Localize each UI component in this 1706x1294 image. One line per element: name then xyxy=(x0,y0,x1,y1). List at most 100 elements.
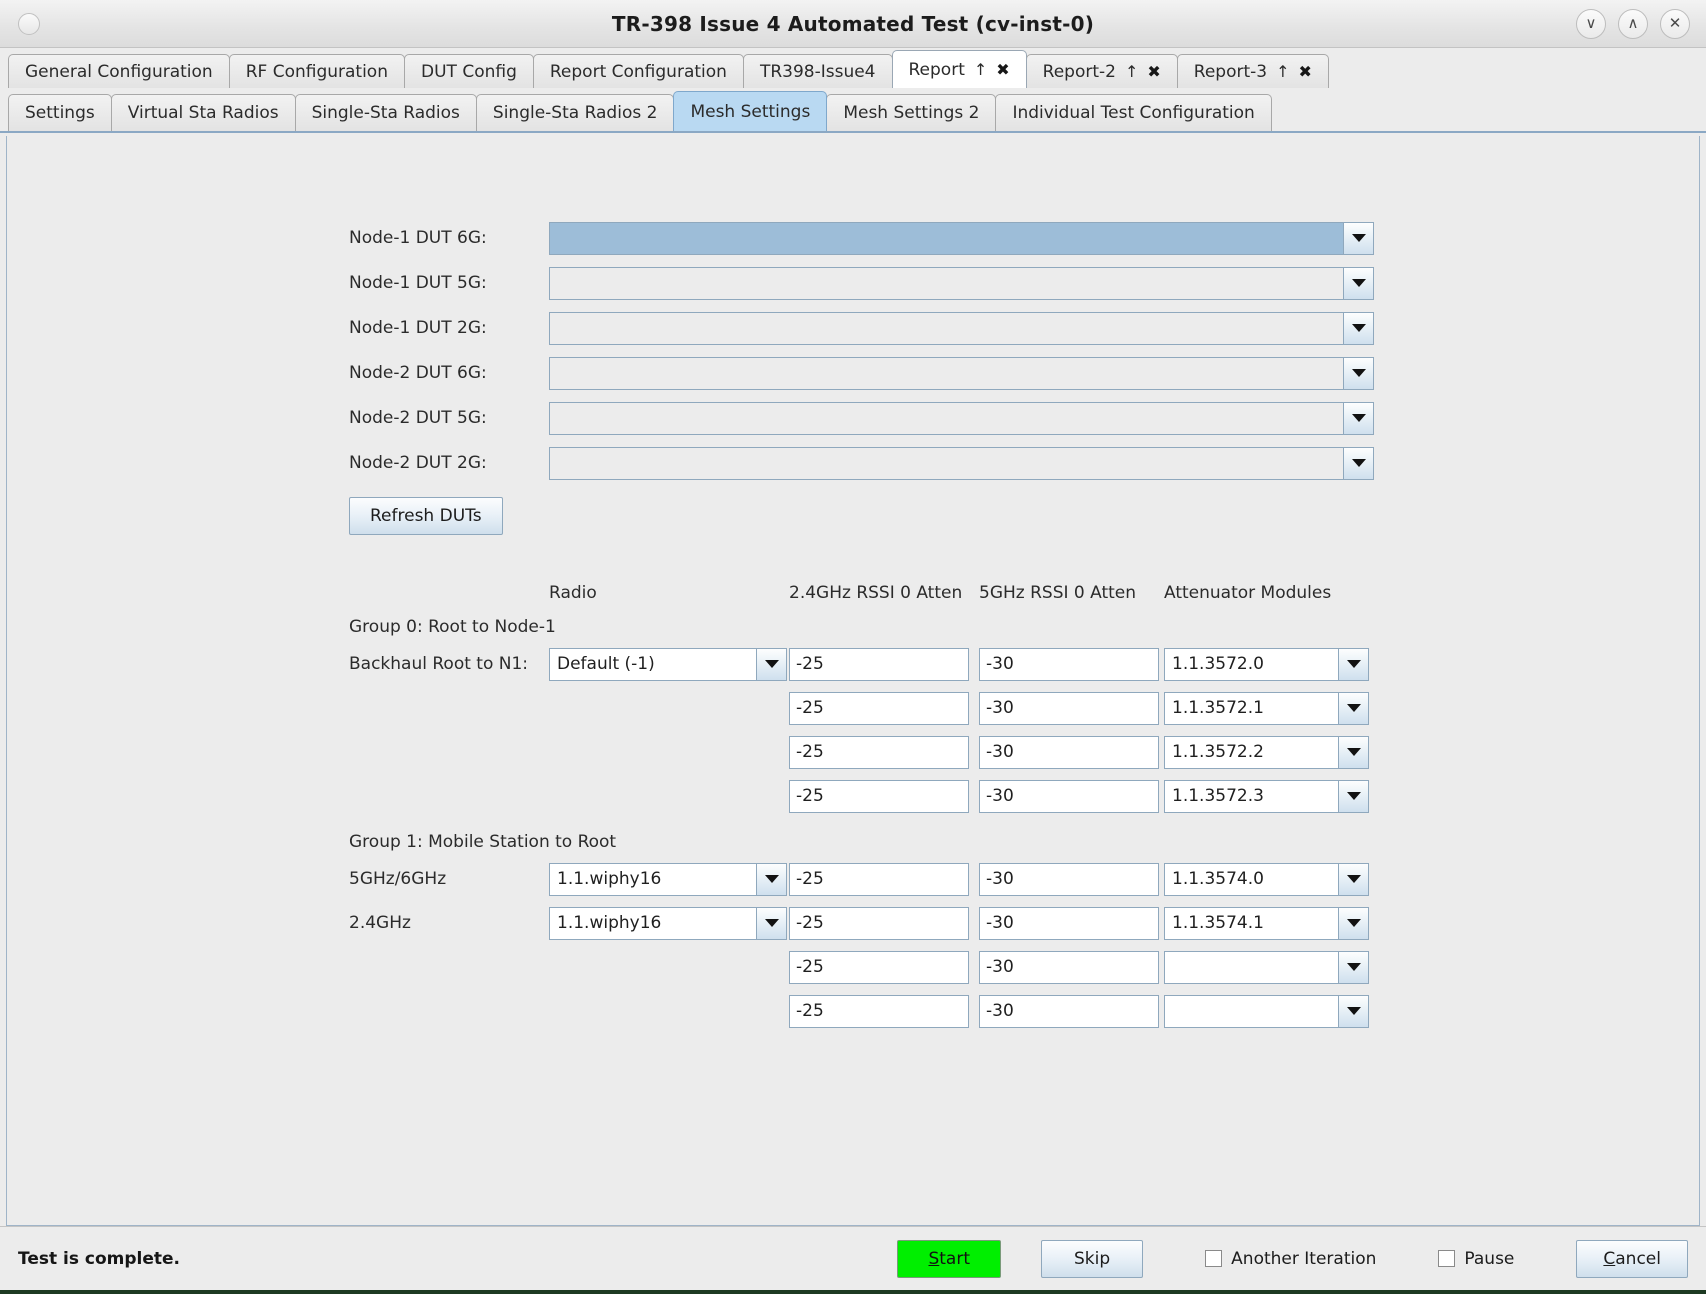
pause-checkbox-wrap[interactable]: Pause xyxy=(1438,1249,1514,1269)
dut-dropdown-2[interactable] xyxy=(549,311,1374,345)
rssi-24-input-0-0[interactable]: -25 xyxy=(789,647,969,681)
attenuator-module-dropdown-1-2-value xyxy=(1165,951,1338,983)
radio-dropdown-1-1[interactable]: 1.1.wiphy16 xyxy=(549,906,787,940)
chevron-down-icon[interactable] xyxy=(1343,447,1373,479)
rssi-24-input-0-2[interactable]: -25 xyxy=(789,735,969,769)
chevron-down-icon[interactable] xyxy=(1338,863,1368,895)
attenuator-module-dropdown-1-2[interactable] xyxy=(1164,950,1369,984)
primary-tab-bar: General Configuration RF Configuration DUT… xyxy=(0,48,1706,88)
rssi-5-input-0-3[interactable]: -30 xyxy=(979,779,1159,813)
rssi-24-input-1-0[interactable]: -25 xyxy=(789,862,969,896)
refresh-duts-button[interactable]: Refresh DUTs xyxy=(349,497,503,535)
tab-popout-icon[interactable]: ↑ xyxy=(1276,62,1289,81)
tab-popout-icon[interactable]: ↑ xyxy=(974,60,987,79)
tab-close-icon[interactable]: ✖ xyxy=(1299,62,1312,81)
tab-rf-configuration[interactable]: RF Configuration xyxy=(228,54,405,88)
tab-popout-icon[interactable]: ↑ xyxy=(1125,62,1138,81)
caret-shape xyxy=(1351,369,1366,377)
radio-dropdown-0-0[interactable]: Default (-1) xyxy=(549,647,787,681)
attenuator-module-dropdown-0-0[interactable]: 1.1.3572.0 xyxy=(1164,647,1369,681)
tab-single-sta-radios[interactable]: Single-Sta Radios xyxy=(294,94,477,131)
rssi-5-input-1-0[interactable]: -30 xyxy=(979,862,1159,896)
caret-shape xyxy=(1351,324,1366,332)
chevron-down-icon[interactable] xyxy=(1343,402,1373,434)
rssi-24-input-1-1[interactable]: -25 xyxy=(789,906,969,940)
tab-dut-config[interactable]: DUT Config xyxy=(404,54,534,88)
attenuator-module-dropdown-1-1[interactable]: 1.1.3574.1 xyxy=(1164,906,1369,940)
rssi-24-input-1-2[interactable]: -25 xyxy=(789,950,969,984)
chevron-down-icon[interactable] xyxy=(1338,780,1368,812)
chevron-down-icon[interactable] xyxy=(1343,312,1373,344)
attenuator-module-cell: 1.1.3572.3 xyxy=(1164,779,1369,813)
skip-button[interactable]: Skip xyxy=(1041,1239,1144,1278)
chevron-down-icon[interactable] xyxy=(756,648,786,680)
attenuator-module-dropdown-0-3[interactable]: 1.1.3572.3 xyxy=(1164,779,1369,813)
dut-dropdown-0[interactable] xyxy=(549,221,1374,255)
tab-mesh-settings-2[interactable]: Mesh Settings 2 xyxy=(826,94,997,131)
cancel-button[interactable]: Cancel xyxy=(1576,1239,1688,1278)
pause-checkbox[interactable] xyxy=(1438,1250,1456,1267)
attenuator-module-dropdown-0-1[interactable]: 1.1.3572.1 xyxy=(1164,691,1369,725)
dut-dropdown-4[interactable] xyxy=(549,401,1374,435)
caret-shape xyxy=(1351,459,1366,467)
minimize-icon[interactable]: ∨ xyxy=(1576,8,1606,39)
tab-report-2[interactable]: Report-2 ↑ ✖ xyxy=(1025,54,1178,88)
attenuator-module-dropdown-1-0[interactable]: 1.1.3574.0 xyxy=(1164,862,1369,896)
tab-close-icon[interactable]: ✖ xyxy=(996,60,1009,79)
dut-dropdown-5[interactable] xyxy=(549,446,1374,480)
rssi-5-input-1-1[interactable]: -30 xyxy=(979,906,1159,940)
chevron-down-icon[interactable] xyxy=(1338,648,1368,680)
rssi-5-input-1-2[interactable]: -30 xyxy=(979,950,1159,984)
caret-shape xyxy=(764,660,779,668)
tab-single-sta-radios-2[interactable]: Single-Sta Radios 2 xyxy=(475,94,675,131)
cancel-first-letter: C xyxy=(1603,1248,1616,1269)
tab-label: Mesh Settings xyxy=(690,101,811,122)
chevron-down-icon[interactable] xyxy=(1338,907,1368,939)
chevron-down-icon[interactable] xyxy=(1338,995,1368,1027)
tab-tr398-issue4[interactable]: TR398-Issue4 xyxy=(742,54,893,88)
rssi-5-input-0-2[interactable]: -30 xyxy=(979,735,1159,769)
tab-close-icon[interactable]: ✖ xyxy=(1147,62,1160,81)
chevron-down-icon[interactable] xyxy=(1343,357,1373,389)
tab-report-3[interactable]: Report-3 ↑ ✖ xyxy=(1176,54,1329,88)
rssi-5-input-0-0[interactable]: -30 xyxy=(979,647,1159,681)
chevron-down-icon[interactable] xyxy=(1338,692,1368,724)
dut-dropdown-1[interactable] xyxy=(549,266,1374,300)
dut-selector-row: Node-1 DUT 5G: xyxy=(7,261,1699,305)
chevron-down-icon[interactable] xyxy=(1338,736,1368,768)
attenuator-row: -25 -30 xyxy=(7,945,1699,989)
start-button[interactable]: Start xyxy=(897,1239,1002,1278)
radio-dropdown-1-0[interactable]: 1.1.wiphy16 xyxy=(549,862,787,896)
attenuator-row: -25 -30 1.1.3572.3 xyxy=(7,774,1699,818)
rssi-24-input-0-1[interactable]: -25 xyxy=(789,691,969,725)
tab-mesh-settings[interactable]: Mesh Settings xyxy=(673,91,828,131)
chevron-down-icon[interactable] xyxy=(1343,222,1373,254)
radio-cell: 1.1.wiphy16 xyxy=(549,906,789,940)
tab-individual-test-configuration[interactable]: Individual Test Configuration xyxy=(995,94,1272,131)
attenuator-module-dropdown-1-3[interactable] xyxy=(1164,994,1369,1028)
chevron-down-icon[interactable] xyxy=(756,907,786,939)
another-iteration-checkbox-wrap[interactable]: Another Iteration xyxy=(1205,1249,1376,1269)
rssi-24-input-1-3[interactable]: -25 xyxy=(789,994,969,1028)
chevron-down-icon[interactable] xyxy=(756,863,786,895)
rssi-5-input-1-3[interactable]: -30 xyxy=(979,994,1159,1028)
attenuator-row: -25 -30 1.1.3572.2 xyxy=(7,730,1699,774)
chevron-down-icon[interactable] xyxy=(1343,267,1373,299)
chevron-down-icon[interactable] xyxy=(1338,951,1368,983)
close-icon[interactable]: ✕ xyxy=(1660,8,1690,39)
attenuator-module-dropdown-0-2[interactable]: 1.1.3572.2 xyxy=(1164,735,1369,769)
attenuator-row-label: 2.4GHz xyxy=(349,913,411,933)
tab-label: Report-2 xyxy=(1042,61,1116,82)
dut-dropdown-3[interactable] xyxy=(549,356,1374,390)
tab-report-configuration[interactable]: Report Configuration xyxy=(532,54,744,88)
tab-general-configuration[interactable]: General Configuration xyxy=(8,54,230,88)
dut-dropdown-5-value xyxy=(550,447,1343,479)
rssi-5-input-0-1[interactable]: -30 xyxy=(979,691,1159,725)
rssi-24-input-0-3[interactable]: -25 xyxy=(789,779,969,813)
tab-virtual-sta-radios[interactable]: Virtual Sta Radios xyxy=(110,94,296,131)
tab-settings[interactable]: Settings xyxy=(8,94,112,131)
maximize-icon[interactable]: ∧ xyxy=(1618,8,1648,39)
another-iteration-checkbox[interactable] xyxy=(1205,1250,1223,1267)
tab-report[interactable]: Report ↑ ✖ xyxy=(891,50,1027,88)
caret-shape xyxy=(1346,875,1361,883)
